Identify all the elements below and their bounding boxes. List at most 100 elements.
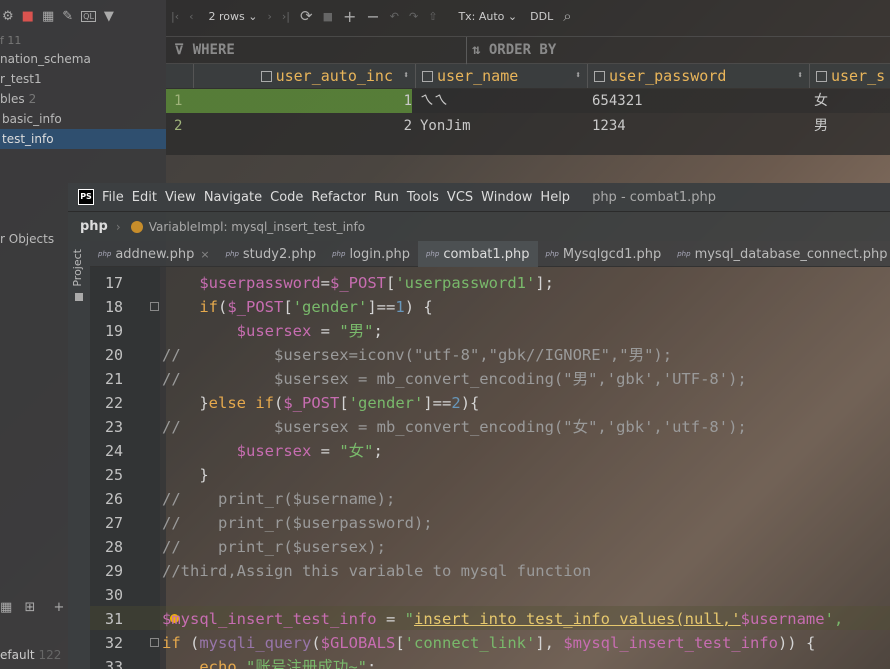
- breadcrumb-root[interactable]: php: [80, 219, 108, 234]
- phpstorm-logo: PS: [78, 189, 94, 205]
- cell-auto-inc[interactable]: 1: [194, 89, 412, 113]
- first-page-icon[interactable]: |‹: [171, 0, 179, 32]
- cell-user-password[interactable]: 1234: [592, 114, 802, 138]
- php-file-icon: php: [98, 250, 112, 258]
- table-row[interactable]: 1 1 ㄟㄟ 654321 女: [166, 89, 890, 113]
- where-filter[interactable]: ⊽ WHERE: [174, 42, 235, 58]
- add-row-icon[interactable]: +: [343, 0, 356, 32]
- status-default: efault 122: [0, 648, 62, 662]
- line-number: 27: [104, 514, 123, 532]
- filter-row: ⊽ WHERE ⇅ ORDER BY: [166, 36, 890, 65]
- grid-toolbar: |‹ ‹ 2 rows ⌄ › ›| ⟳ ■ + − ↶ ↷ ⇧ Tx: Aut…: [166, 0, 890, 32]
- menu-refactor[interactable]: Refactor: [311, 190, 366, 205]
- column-header-user-password[interactable]: user_password ⬍: [588, 64, 810, 88]
- add-icon[interactable]: ⊞: [24, 600, 35, 615]
- code-line: // $usersex=iconv("utf-8","gbk//IGNORE",…: [162, 346, 673, 364]
- last-page-icon[interactable]: ›|: [282, 0, 290, 32]
- remove-row-icon[interactable]: −: [366, 0, 379, 32]
- cell-user-name[interactable]: YonJim: [420, 114, 580, 138]
- tree-item-objects[interactable]: r Objects: [0, 229, 54, 249]
- tab-study2[interactable]: php study2.php: [218, 241, 325, 267]
- breadcrumb-item[interactable]: VariableImpl: mysql_insert_test_info: [149, 220, 365, 234]
- table-icon: [594, 71, 605, 82]
- line-number: 32: [104, 634, 123, 652]
- project-label[interactable]: Project: [71, 249, 84, 287]
- code-line: if (mysqli_query($GLOBALS['connect_link'…: [162, 634, 816, 652]
- menu-vcs[interactable]: VCS: [447, 190, 473, 205]
- tab-mysqlgcd1[interactable]: php Mysqlgcd1.php: [538, 241, 670, 267]
- stop-query-icon[interactable]: ■: [323, 0, 333, 32]
- submit-icon[interactable]: ⇧: [428, 0, 437, 32]
- code-line: $userpassword=$_POST['userpassword1'];: [199, 274, 554, 292]
- edit-icon[interactable]: ✎: [62, 9, 73, 24]
- cell-user-sex[interactable]: 男: [814, 114, 884, 138]
- redo-icon[interactable]: ↷: [409, 0, 418, 32]
- php-file-icon: php: [425, 250, 440, 258]
- menu-file[interactable]: File: [102, 190, 124, 205]
- grid-icon[interactable]: ▦: [42, 9, 54, 24]
- project-tool-strip[interactable]: Project: [68, 241, 90, 669]
- menu-edit[interactable]: Edit: [132, 190, 157, 205]
- next-page-icon[interactable]: ›: [267, 0, 271, 32]
- tab-combat1[interactable]: php combat1.php: [417, 241, 538, 267]
- gear-icon[interactable]: ⚙: [2, 9, 14, 24]
- menu-run[interactable]: Run: [374, 190, 399, 205]
- cell-auto-inc[interactable]: 2: [194, 114, 412, 138]
- menu-help[interactable]: Help: [540, 190, 570, 205]
- stop-icon[interactable]: ■: [22, 9, 34, 24]
- code-line: echo "账号注册成功~";: [199, 658, 377, 669]
- menu-tools[interactable]: Tools: [407, 190, 439, 205]
- tree-item-basic-info[interactable]: basic_info: [2, 109, 62, 129]
- layout-icon[interactable]: ▦: [0, 600, 12, 615]
- tx-selector[interactable]: Tx: Auto ⌄: [458, 0, 517, 32]
- close-icon[interactable]: ×: [200, 248, 209, 261]
- table-row[interactable]: 2 2 YonJim 1234 男: [166, 114, 890, 138]
- grid-header-row: user_auto_inc ⬍ user_name ⬍ user_password ⬍…: [166, 64, 890, 88]
- code-line: $mysql_insert_test_info = "insert into t…: [162, 610, 844, 628]
- tree-item-schema[interactable]: nation_schema: [0, 49, 91, 69]
- menu-view[interactable]: View: [165, 190, 196, 205]
- tree-item-db[interactable]: r_test1: [0, 69, 42, 89]
- fold-icon[interactable]: [150, 638, 159, 647]
- order-by-filter[interactable]: ⇅ ORDER BY: [472, 42, 556, 58]
- ddl-button[interactable]: DDL: [530, 0, 553, 32]
- search-icon[interactable]: ⌕: [563, 0, 571, 32]
- php-file-icon: php: [332, 250, 346, 258]
- code-line: // print_r($usersex);: [162, 538, 386, 556]
- line-number: 22: [104, 394, 123, 412]
- ql-icon[interactable]: QL: [81, 10, 96, 22]
- menu-navigate[interactable]: Navigate: [204, 190, 262, 205]
- code-line: // print_r($username);: [162, 490, 396, 508]
- column-header-auto-inc[interactable]: user_auto_inc ⬍: [194, 64, 416, 88]
- menu-window[interactable]: Window: [481, 190, 532, 205]
- refresh-icon[interactable]: ⟳: [300, 0, 313, 32]
- tab-mysql-database-connect[interactable]: php mysql_database_connect.php: [669, 241, 890, 267]
- undo-icon[interactable]: ↶: [390, 0, 399, 32]
- line-number: 21: [104, 370, 123, 388]
- fold-icon[interactable]: [150, 302, 159, 311]
- line-number: 24: [104, 442, 123, 460]
- rows-selector[interactable]: 2 rows ⌄: [209, 0, 258, 32]
- column-header-user-sex[interactable]: user_s: [810, 64, 890, 88]
- prev-page-icon[interactable]: ‹: [189, 0, 193, 32]
- line-number: 28: [104, 538, 123, 556]
- column-header-user-name[interactable]: user_name ⬍: [416, 64, 588, 88]
- tree-count-label: f 11: [0, 34, 22, 47]
- cell-user-sex[interactable]: 女: [814, 89, 884, 113]
- line-number: 31: [104, 610, 123, 628]
- cell-user-name[interactable]: ㄟㄟ: [420, 89, 580, 113]
- code-line: // $usersex = mb_convert_encoding("女",'g…: [162, 418, 747, 436]
- code-line: }else if($_POST['gender']==2){: [162, 394, 480, 412]
- menu-code[interactable]: Code: [270, 190, 303, 205]
- filter-icon[interactable]: ▼: [104, 9, 114, 24]
- code-line: if($_POST['gender']==1) {: [199, 298, 433, 316]
- tab-login[interactable]: php login.php: [324, 241, 418, 267]
- tree-item-tables[interactable]: bles 2: [0, 89, 36, 109]
- tree-item-test-info[interactable]: test_info: [0, 129, 166, 149]
- row-number: 1: [174, 93, 183, 109]
- plus-icon[interactable]: +: [53, 600, 64, 615]
- code-line: //third,Assign this variable to mysql fu…: [162, 562, 592, 580]
- tab-addnew[interactable]: php addnew.php ×: [90, 241, 218, 267]
- table-icon: [422, 71, 433, 82]
- cell-user-password[interactable]: 654321: [592, 89, 802, 113]
